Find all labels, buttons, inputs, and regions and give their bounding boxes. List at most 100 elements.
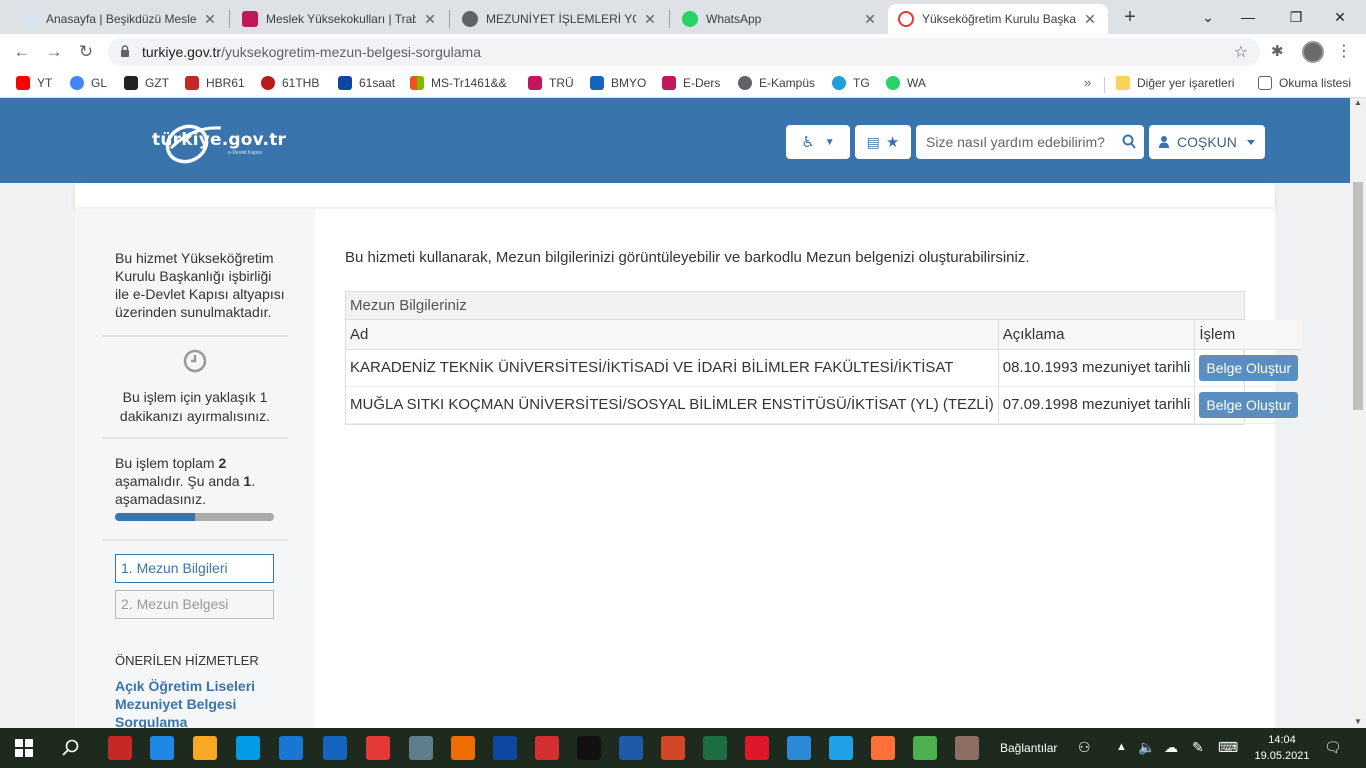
browser-tab[interactable]: Anasayfa | Beşikdüzü Meslek ✕ <box>12 4 228 34</box>
forward-icon[interactable]: → <box>42 40 66 64</box>
restore-icon[interactable]: ❐ <box>1278 4 1314 30</box>
bookmark-item[interactable]: MS-Tr1461&& <box>410 76 507 90</box>
volume-icon[interactable]: 🔈 <box>1138 739 1155 756</box>
reload-icon[interactable]: ↻ <box>74 40 98 64</box>
remote-icon[interactable] <box>236 736 260 760</box>
bookmark-item[interactable]: HBR61 <box>185 76 245 90</box>
close-window-icon[interactable]: ✕ <box>1322 4 1358 30</box>
logo-subtitle: e-Devlet Kapısı <box>228 150 263 156</box>
folder-icon <box>1116 76 1130 90</box>
bookmark-star-icon[interactable]: ☆ <box>1234 42 1248 62</box>
chevron-right-icon[interactable]: » <box>1084 75 1091 90</box>
browser-tab[interactable]: Meslek Yüksekokulları | Trabz ✕ <box>232 4 448 34</box>
user-name: COŞKUN <box>1177 134 1237 150</box>
search-input[interactable] <box>916 125 1116 159</box>
recommended-link[interactable]: Mezuniyet Belgesi <box>115 695 275 713</box>
site-favicon-icon <box>242 11 258 27</box>
scrollbar-thumb[interactable] <box>1353 182 1363 410</box>
reading-list[interactable]: Okuma listesi <box>1258 76 1351 90</box>
pen-icon[interactable]: ✎ <box>1192 739 1204 756</box>
search-icon[interactable] <box>1122 134 1136 150</box>
accessibility-icon: ♿ <box>801 134 815 151</box>
scroll-down-icon[interactable]: ▼ <box>1354 717 1362 726</box>
photoshop-icon[interactable] <box>493 736 517 760</box>
app-1-icon[interactable] <box>323 736 347 760</box>
step-info: Bu işlem toplam 2 aşamalıdır. Şu anda 1.… <box>115 455 256 507</box>
close-icon[interactable]: ✕ <box>422 11 438 28</box>
bookmark-item[interactable]: TRÜ <box>528 76 574 90</box>
bookmark-item[interactable]: E-Kampüs <box>738 76 815 90</box>
table-row: MUĞLA SITKI KOÇMAN ÜNİVERSİTESİ/SOSYAL B… <box>346 386 1303 424</box>
step-mezun-bilgileri[interactable]: 1. Mezun Bilgileri <box>115 554 274 583</box>
accessibility-button[interactable]: ♿ ▼ <box>786 125 850 159</box>
bookmark-item[interactable]: YT <box>16 76 52 90</box>
bookmark-item[interactable]: BMYO <box>590 76 646 90</box>
close-icon[interactable]: ✕ <box>202 11 218 28</box>
close-icon[interactable]: ✕ <box>642 11 658 28</box>
recommended-link[interactable]: Açık Öğretim Liseleri <box>115 677 275 695</box>
bookmarks-services-button[interactable]: ▤ ★ <box>855 125 911 159</box>
bookmarks-bar: YT GL GZT HBR61 61THB 61saat MS-Tr1461&&… <box>0 70 1366 98</box>
calculator-icon[interactable] <box>409 736 433 760</box>
app-2-icon[interactable] <box>366 736 390 760</box>
browser-tab[interactable]: MEZUNİYET İŞLEMLERİ YOL H ✕ <box>452 4 668 34</box>
app-3-icon[interactable] <box>451 736 475 760</box>
bookmark-item[interactable]: GL <box>70 76 107 90</box>
chrome-icon[interactable] <box>913 736 937 760</box>
globe-icon <box>462 11 478 27</box>
network-label[interactable]: Bağlantılar <box>1000 741 1057 755</box>
search-icon[interactable] <box>62 739 80 757</box>
bookmark-item[interactable]: 61saat <box>338 76 395 90</box>
browser-tab-active[interactable]: Yükseköğretim Kurulu Başkan ✕ <box>888 4 1108 34</box>
page-scrollbar[interactable]: ▲ ▼ <box>1350 98 1366 728</box>
recorder-icon[interactable] <box>577 736 601 760</box>
caret-down-icon <box>1247 140 1255 145</box>
excel-icon[interactable] <box>703 736 727 760</box>
onedrive-icon[interactable]: ☁ <box>1164 739 1178 756</box>
divider <box>102 335 288 337</box>
reading-list-icon <box>1258 76 1272 90</box>
store-icon[interactable] <box>150 736 174 760</box>
tab-title: Anasayfa | Beşikdüzü Meslek <box>46 12 196 26</box>
word-icon[interactable] <box>619 736 643 760</box>
bookmark-item[interactable]: TG <box>832 76 870 90</box>
scroll-up-icon[interactable]: ▲ <box>1354 98 1362 107</box>
more-menu-icon[interactable]: ⋮ <box>1336 41 1352 61</box>
other-bookmarks[interactable]: Diğer yer işaretleri <box>1116 76 1234 90</box>
profile-avatar[interactable] <box>1302 41 1324 63</box>
address-bar[interactable]: turkiye.gov.tr/yuksekogretim-mezun-belge… <box>108 38 1260 66</box>
create-document-button[interactable]: Belge Oluştur <box>1199 354 1299 381</box>
create-document-button[interactable]: Belge Oluştur <box>1199 391 1299 418</box>
security-icon[interactable] <box>108 736 132 760</box>
windows-start-icon[interactable] <box>15 739 33 757</box>
notification-icon[interactable]: 🗨 <box>1324 739 1342 756</box>
explorer-icon[interactable] <box>193 736 217 760</box>
bookmark-item[interactable]: 61THB <box>261 76 319 90</box>
keyboard-icon[interactable]: ⌨ <box>1218 739 1238 756</box>
opera-icon[interactable] <box>745 736 769 760</box>
bookmark-item[interactable]: E-Ders <box>662 76 720 90</box>
close-icon[interactable]: ✕ <box>1082 11 1098 28</box>
chrome-profile-icon[interactable] <box>955 736 979 760</box>
ie-icon[interactable] <box>829 736 853 760</box>
edge-icon[interactable] <box>787 736 811 760</box>
firefox-icon[interactable] <box>871 736 895 760</box>
acrobat-icon[interactable] <box>535 736 559 760</box>
bookmark-item[interactable]: WA <box>886 76 926 90</box>
extensions-icon[interactable]: ✱ <box>1271 42 1284 60</box>
id-card-icon: ▤ <box>866 133 880 150</box>
new-tab-button[interactable]: + <box>1118 6 1142 30</box>
recommended-link[interactable]: Sorgulama <box>115 713 275 728</box>
chevron-up-icon[interactable]: ▲ <box>1116 741 1127 753</box>
people-icon[interactable]: ⚇ <box>1078 739 1091 756</box>
minimize-icon[interactable]: — <box>1230 4 1266 30</box>
close-icon[interactable]: ✕ <box>862 11 878 28</box>
tab-search-icon[interactable]: ⌄ <box>1190 4 1226 30</box>
user-menu-button[interactable]: COŞKUN <box>1149 125 1265 159</box>
back-icon[interactable]: ← <box>10 40 34 64</box>
mail-icon[interactable] <box>279 736 303 760</box>
system-clock[interactable]: 14:04 19.05.2021 <box>1254 732 1310 764</box>
bookmark-item[interactable]: GZT <box>124 76 169 90</box>
browser-tab[interactable]: WhatsApp ✕ <box>672 4 888 34</box>
powerpoint-icon[interactable] <box>661 736 685 760</box>
